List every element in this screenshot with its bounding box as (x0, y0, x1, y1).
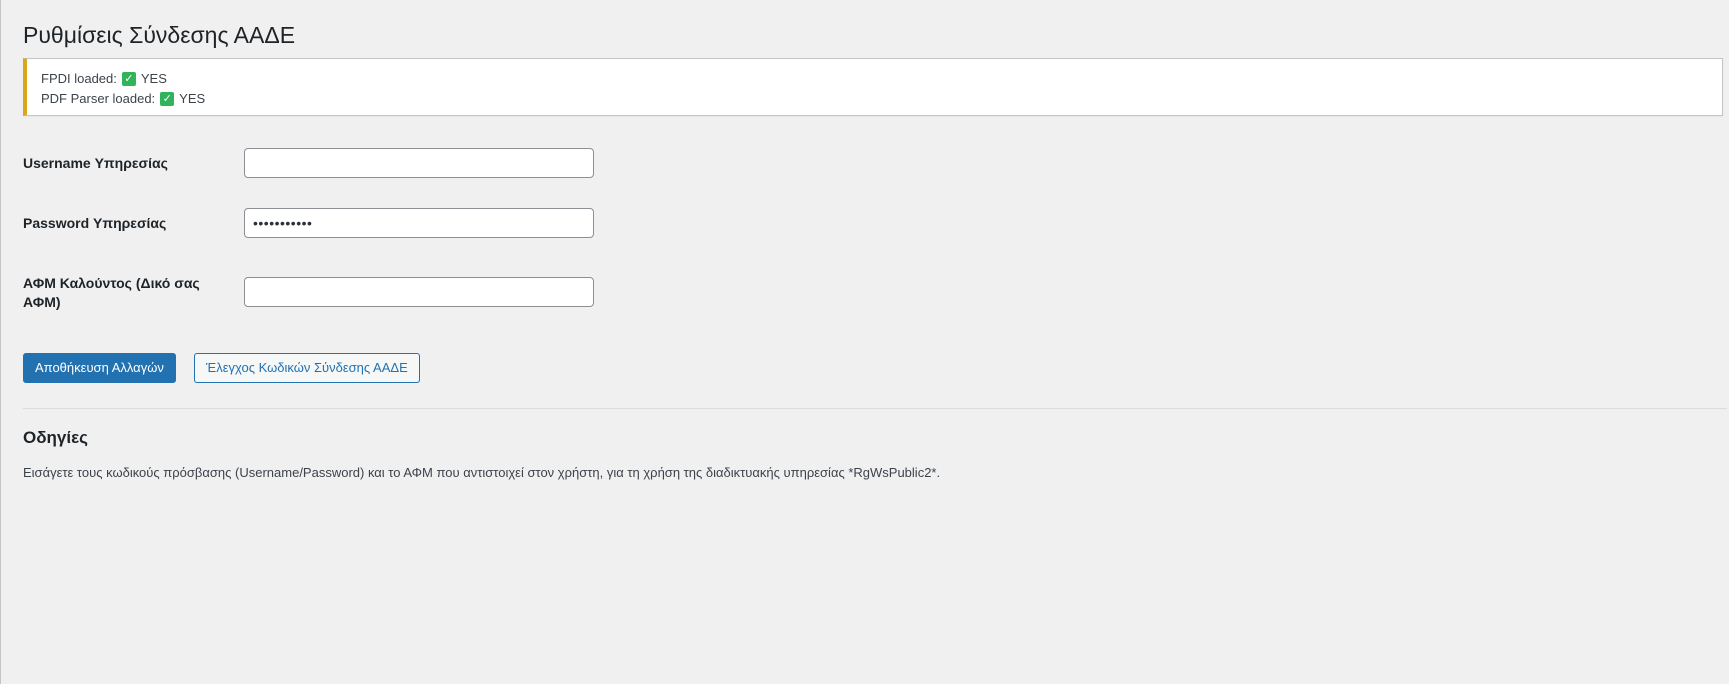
pdf-parser-status-line: PDF Parser loaded: ✓ YES (41, 89, 1708, 109)
fpdi-status-line: FPDI loaded: ✓ YES (41, 69, 1708, 89)
section-divider (23, 408, 1727, 409)
password-label: Password Υπηρεσίας (23, 215, 167, 231)
fpdi-status-label: FPDI loaded: (41, 71, 117, 86)
admin-sidebar-edge (0, 0, 1, 684)
pdf-parser-status-label: PDF Parser loaded: (41, 91, 156, 106)
status-notice: FPDI loaded: ✓ YES PDF Parser loaded: ✓ … (23, 58, 1723, 116)
instructions-heading: Οδηγίες (23, 428, 89, 447)
check-credentials-button[interactable]: Έλεγχος Κωδικών Σύνδεσης ΑΑΔΕ (194, 353, 420, 383)
pdf-parser-status-value: YES (179, 91, 206, 106)
username-field[interactable] (244, 148, 594, 178)
fpdi-status-value: YES (140, 71, 167, 86)
afm-label: ΑΦΜ Καλούντος (Δικό σας ΑΦΜ) (23, 275, 200, 310)
afm-field[interactable] (244, 277, 594, 307)
password-field[interactable] (244, 208, 594, 238)
page-title: Ρυθμίσεις Σύνδεσης ΑΑΔΕ (23, 22, 296, 48)
save-changes-button[interactable]: Αποθήκευση Αλλαγών (23, 353, 176, 383)
username-label: Username Υπηρεσίας (23, 155, 168, 171)
instructions-text: Εισάγετε τους κωδικούς πρόσβασης (Userna… (23, 465, 941, 480)
check-mark-icon: ✓ (121, 72, 136, 86)
check-mark-icon: ✓ (160, 92, 175, 106)
